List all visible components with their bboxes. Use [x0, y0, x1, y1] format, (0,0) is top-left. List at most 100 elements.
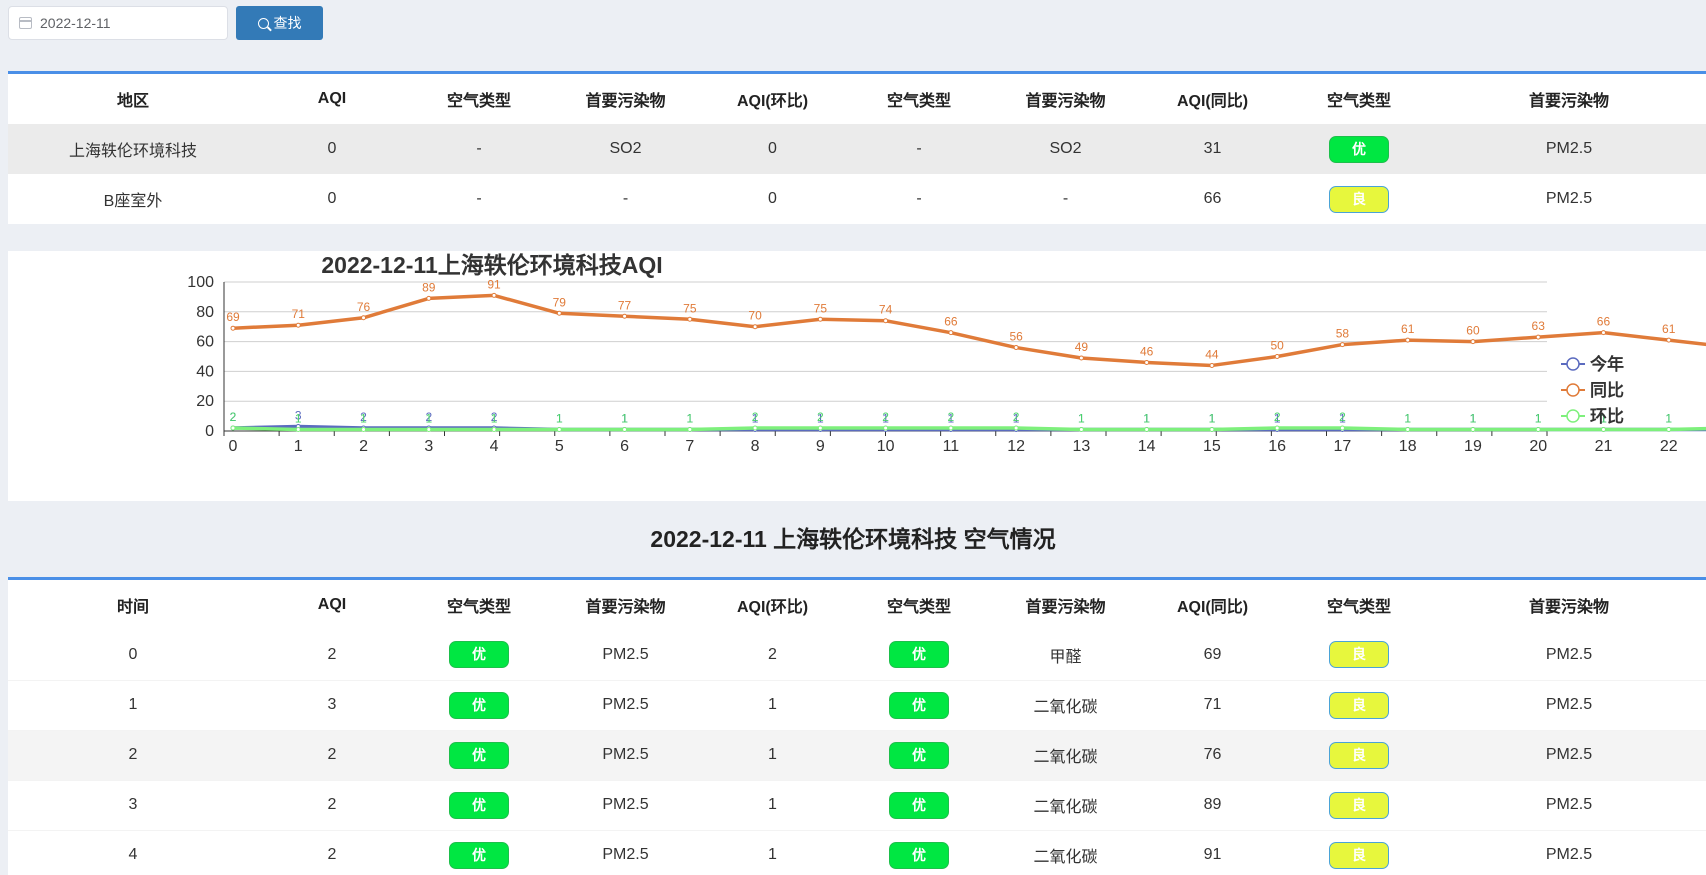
- x-tick-label: 11: [943, 438, 960, 455]
- table-cell: 4: [128, 846, 138, 863]
- data-label: 1: [1470, 412, 1477, 426]
- data-label: 2: [882, 410, 889, 424]
- data-point: [1339, 425, 1345, 431]
- data-label: 89: [422, 280, 436, 294]
- summary-header-cell: AQI(同比): [1176, 93, 1249, 110]
- table-cell: 66: [1203, 190, 1222, 207]
- detail-header-cell: 空气类型: [446, 599, 511, 616]
- table-cell: 3: [327, 696, 337, 713]
- data-label: 61: [1662, 322, 1676, 336]
- data-point: [491, 427, 497, 433]
- table-cell: PM2.5: [602, 645, 649, 663]
- table-cell: 1: [128, 696, 138, 713]
- data-point: [556, 427, 562, 433]
- data-label: 1: [491, 412, 498, 426]
- data-point: [817, 316, 823, 322]
- y-tick-label: 40: [196, 363, 214, 380]
- y-tick-label: 100: [187, 274, 214, 291]
- data-point: [1274, 425, 1280, 431]
- air-quality-badge: 良: [1329, 791, 1389, 819]
- toolbar: 查找: [8, 6, 323, 40]
- table-cell: 上海轶伦环境科技: [68, 143, 197, 160]
- data-label: 2: [1339, 410, 1346, 424]
- legend-item[interactable]: 同比: [1561, 380, 1624, 400]
- air-type-cell: 优: [846, 830, 992, 875]
- table-cell: PM2.5: [1545, 140, 1593, 157]
- search-button[interactable]: 查找: [236, 6, 323, 40]
- table-cell: -: [622, 190, 629, 207]
- data-label: 50: [1270, 339, 1284, 353]
- table-cell: SO2: [609, 140, 642, 157]
- data-label: 66: [944, 315, 958, 329]
- data-label: 1: [1665, 412, 1672, 426]
- legend-item[interactable]: 今年: [1561, 354, 1624, 374]
- data-label: 1: [295, 412, 302, 426]
- table-cell: 二氧化碳: [1033, 849, 1098, 866]
- x-tick-label: 22: [1660, 438, 1678, 455]
- y-tick-label: 0: [205, 423, 214, 440]
- data-point: [948, 425, 954, 431]
- date-picker[interactable]: [8, 6, 228, 40]
- table-cell: 2: [327, 645, 337, 663]
- detail-row: 4 2 优 PM2.5 1 优 二氧化碳 91 良 PM2.5: [8, 830, 1706, 875]
- date-input[interactable]: [40, 15, 210, 31]
- detail-header-cell: 首要污染物: [1025, 599, 1106, 616]
- chart-title: 2022-12-11上海轶伦环境科技AQI: [321, 252, 662, 278]
- air-quality-badge: 优: [889, 691, 949, 719]
- legend-marker: [1566, 357, 1580, 371]
- summary-header-cell: 地区: [116, 93, 149, 110]
- legend-item[interactable]: 环比: [1561, 406, 1624, 426]
- data-point: [1666, 337, 1672, 343]
- x-tick-label: 19: [1464, 438, 1482, 455]
- air-type-cell: 优: [406, 730, 552, 780]
- data-label: 1: [1404, 412, 1411, 426]
- chart-legend[interactable]: 今年同比环比: [1561, 354, 1624, 426]
- y-tick-label: 60: [196, 334, 214, 351]
- summary-table-panel: 地区 AQI 空气类型 首要污染物 AQI(环比) 空气类型 首要污染物 AQI(同比) 空气类…: [8, 71, 1706, 224]
- table-cell: 91: [1203, 846, 1222, 863]
- series-line: [232, 426, 1706, 432]
- data-label: 1: [1143, 412, 1150, 426]
- table-cell: 1: [768, 846, 777, 863]
- data-point: [687, 316, 693, 322]
- summary-row: 上海轶伦环境科技 0 - SO2 0 - SO2 31 优 PM2.5: [8, 124, 1706, 174]
- table-cell: 3: [128, 796, 138, 813]
- data-label: 2: [1013, 410, 1020, 424]
- data-label: 58: [1336, 327, 1350, 341]
- data-point: [1078, 427, 1084, 433]
- detail-header-cell: 空气类型: [886, 599, 951, 616]
- data-label: 2: [752, 410, 759, 424]
- data-point: [556, 310, 562, 316]
- air-quality-badge: 优: [449, 741, 509, 769]
- x-tick-label: 18: [1399, 438, 1417, 455]
- summary-row: B座室外 0 - - 0 - - 66 良 PM2.5: [8, 174, 1706, 224]
- data-label: 56: [1009, 330, 1023, 344]
- summary-header-row: 地区 AQI 空气类型 首要污染物 AQI(环比) 空气类型 首要污染物 AQI(同比) 空气类…: [8, 74, 1706, 124]
- data-point: [1013, 425, 1019, 431]
- air-quality-badge: 优: [449, 641, 509, 669]
- table-cell: SO2: [1049, 140, 1082, 157]
- data-point: [1535, 427, 1541, 433]
- table-cell: 0: [768, 190, 777, 207]
- air-type-cell: 优: [846, 730, 992, 780]
- data-point: [426, 427, 432, 433]
- table-cell: 69: [1203, 645, 1222, 663]
- air-quality-badge: 优: [449, 791, 509, 819]
- data-label: 44: [1205, 347, 1219, 361]
- detail-header-row: 时间 AQI 空气类型 首要污染物 AQI(环比) 空气类型 首要污染物 AQI(同比) 空气类…: [8, 580, 1706, 630]
- aqi-line-chart: 2022-12-11上海轶伦环境科技AQI 0204060801000 1 2 3 4 5…: [187, 252, 1706, 455]
- air-quality-badge: 良: [1329, 691, 1389, 719]
- table-cell: -: [916, 140, 922, 157]
- table-cell: -: [1062, 190, 1069, 207]
- data-label: 1: [686, 412, 693, 426]
- y-tick-label: 20: [196, 393, 214, 410]
- table-cell: 甲醛: [1049, 648, 1082, 666]
- summary-header-cell: 空气类型: [446, 93, 511, 110]
- data-label: 49: [1075, 340, 1089, 354]
- x-tick-label: 13: [1072, 438, 1090, 455]
- air-type-cell: 良: [1286, 730, 1432, 780]
- air-quality-badge: 优: [889, 641, 949, 669]
- data-label: 74: [879, 303, 893, 317]
- table-cell: -: [916, 190, 922, 207]
- search-icon: [257, 17, 269, 29]
